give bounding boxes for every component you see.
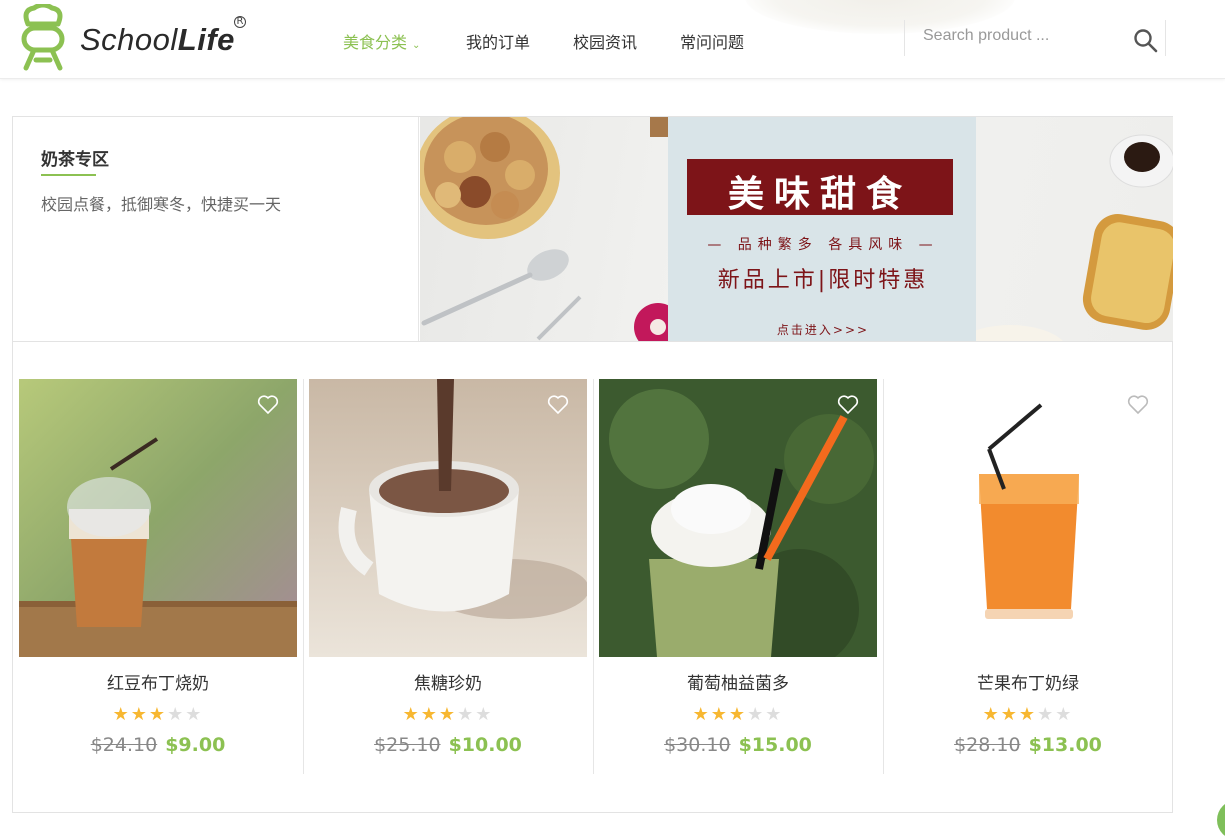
nav-campus-news[interactable]: 校园资讯 xyxy=(573,29,637,53)
product-card[interactable]: 焦糖珍奶 ★★★★★ $25.10 $10.00 xyxy=(309,379,594,774)
sale-price: $9.00 xyxy=(165,734,226,756)
chevron-down-icon: ⌄ xyxy=(412,40,421,51)
product-name[interactable]: 葡萄柚益菌多 xyxy=(599,669,877,694)
promo-title: 奶茶专区 xyxy=(41,150,109,170)
product-card[interactable]: 葡萄柚益菌多 ★★★★★ $30.10 $15.00 xyxy=(599,379,884,774)
star-empty-icon: ★ xyxy=(185,704,204,725)
product-price: $24.10 $9.00 xyxy=(19,734,297,756)
star-filled-icon: ★ xyxy=(438,704,458,725)
sale-price: $10.00 xyxy=(448,734,522,756)
grapefruit-drink-image xyxy=(599,379,877,657)
product-name[interactable]: 焦糖珍奶 xyxy=(309,669,587,694)
star-filled-icon: ★ xyxy=(148,704,168,725)
star-empty-icon: ★ xyxy=(765,704,784,725)
star-filled-icon: ★ xyxy=(1018,704,1038,725)
star-empty-icon: ★ xyxy=(475,704,494,725)
star-filled-icon: ★ xyxy=(420,704,439,725)
product-rating: ★★★★★ xyxy=(599,704,877,725)
wishlist-heart-icon[interactable] xyxy=(837,395,859,415)
floating-action-button[interactable] xyxy=(1217,800,1225,840)
sale-price: $13.00 xyxy=(1028,734,1102,756)
star-empty-icon: ★ xyxy=(1037,704,1056,725)
banner-title: 美味甜食 xyxy=(727,173,912,215)
star-filled-icon: ★ xyxy=(728,704,748,725)
star-filled-icon: ★ xyxy=(1000,704,1019,725)
milk-tea-image xyxy=(19,379,297,657)
registered-mark: R xyxy=(234,16,246,28)
product-image[interactable] xyxy=(19,379,297,657)
star-empty-icon: ★ xyxy=(457,704,476,725)
product-name[interactable]: 芒果布丁奶绿 xyxy=(889,669,1167,694)
original-price: $25.10 xyxy=(374,734,441,756)
original-price: $24.10 xyxy=(90,734,158,756)
product-rating: ★★★★★ xyxy=(309,704,587,725)
banner-headline: 新品上市|限时特惠 xyxy=(717,268,929,293)
star-empty-icon: ★ xyxy=(167,704,186,725)
search-box xyxy=(904,20,1166,56)
star-filled-icon: ★ xyxy=(710,704,729,725)
star-empty-icon: ★ xyxy=(747,704,766,725)
site-logo[interactable]: SchoolLife R xyxy=(12,4,252,74)
star-filled-icon: ★ xyxy=(692,704,711,725)
star-filled-icon: ★ xyxy=(112,704,131,725)
site-header: SchoolLife R 美食分类 ⌄ 我的订单 校园资讯 常问问题 xyxy=(0,0,1225,79)
promo-subtitle: 校园点餐，抵御寒冬，快捷买一天 xyxy=(41,195,282,214)
wishlist-heart-icon[interactable] xyxy=(1127,395,1149,415)
promo-section: 奶茶专区 校园点餐，抵御寒冬，快捷买一天 美味甜食 — 品种繁多 各具风味 — … xyxy=(12,116,1173,342)
banner-card xyxy=(668,117,976,342)
product-image[interactable] xyxy=(889,379,1167,657)
banner-enter-link[interactable]: 点击进入>>> xyxy=(678,321,968,338)
product-price: $25.10 $10.00 xyxy=(309,734,587,756)
wishlist-heart-icon[interactable] xyxy=(257,395,279,415)
logo-wordmark: SchoolLife xyxy=(80,22,235,57)
promo-text-panel: 奶茶专区 校园点餐，抵御寒冬，快捷买一天 xyxy=(13,117,419,342)
original-price: $28.10 xyxy=(954,734,1021,756)
product-name[interactable]: 红豆布丁烧奶 xyxy=(19,669,297,694)
product-rating: ★★★★★ xyxy=(889,704,1167,725)
product-card[interactable]: 芒果布丁奶绿 ★★★★★ $28.10 $13.00 xyxy=(889,379,1174,774)
product-rating: ★★★★★ xyxy=(19,704,297,725)
product-image[interactable] xyxy=(309,379,587,657)
sale-price: $15.00 xyxy=(738,734,812,756)
search-input[interactable] xyxy=(923,22,1123,50)
caramel-milk-tea-image xyxy=(309,379,587,657)
original-price: $30.10 xyxy=(664,734,731,756)
banner-tagline: — 品种繁多 各具风味 — xyxy=(707,237,939,253)
chef-logo-icon xyxy=(21,4,65,71)
search-icon xyxy=(1134,29,1158,53)
search-button[interactable] xyxy=(1133,28,1159,54)
nav-faq[interactable]: 常问问题 xyxy=(680,29,744,53)
wishlist-heart-icon[interactable] xyxy=(547,395,569,415)
product-grid: 红豆布丁烧奶 ★★★★★ $24.10 $9.00 焦糖珍奶 ★★★★★ $25… xyxy=(12,341,1173,813)
product-image[interactable] xyxy=(599,379,877,657)
nav-label: 美食分类 xyxy=(343,33,408,52)
star-filled-icon: ★ xyxy=(130,704,149,725)
product-price: $28.10 $13.00 xyxy=(889,734,1167,756)
promo-banner[interactable]: 美味甜食 — 品种繁多 各具风味 — 新品上市|限时特惠 点击进入>>> xyxy=(420,117,1173,342)
mango-milk-green-image xyxy=(889,379,1167,657)
star-filled-icon: ★ xyxy=(982,704,1001,725)
title-underline xyxy=(41,174,96,176)
nav-food-categories[interactable]: 美食分类 ⌄ xyxy=(343,29,420,53)
product-price: $30.10 $15.00 xyxy=(599,734,877,756)
star-filled-icon: ★ xyxy=(402,704,421,725)
nav-my-orders[interactable]: 我的订单 xyxy=(466,29,530,53)
product-card[interactable]: 红豆布丁烧奶 ★★★★★ $24.10 $9.00 xyxy=(19,379,304,774)
star-empty-icon: ★ xyxy=(1055,704,1074,725)
